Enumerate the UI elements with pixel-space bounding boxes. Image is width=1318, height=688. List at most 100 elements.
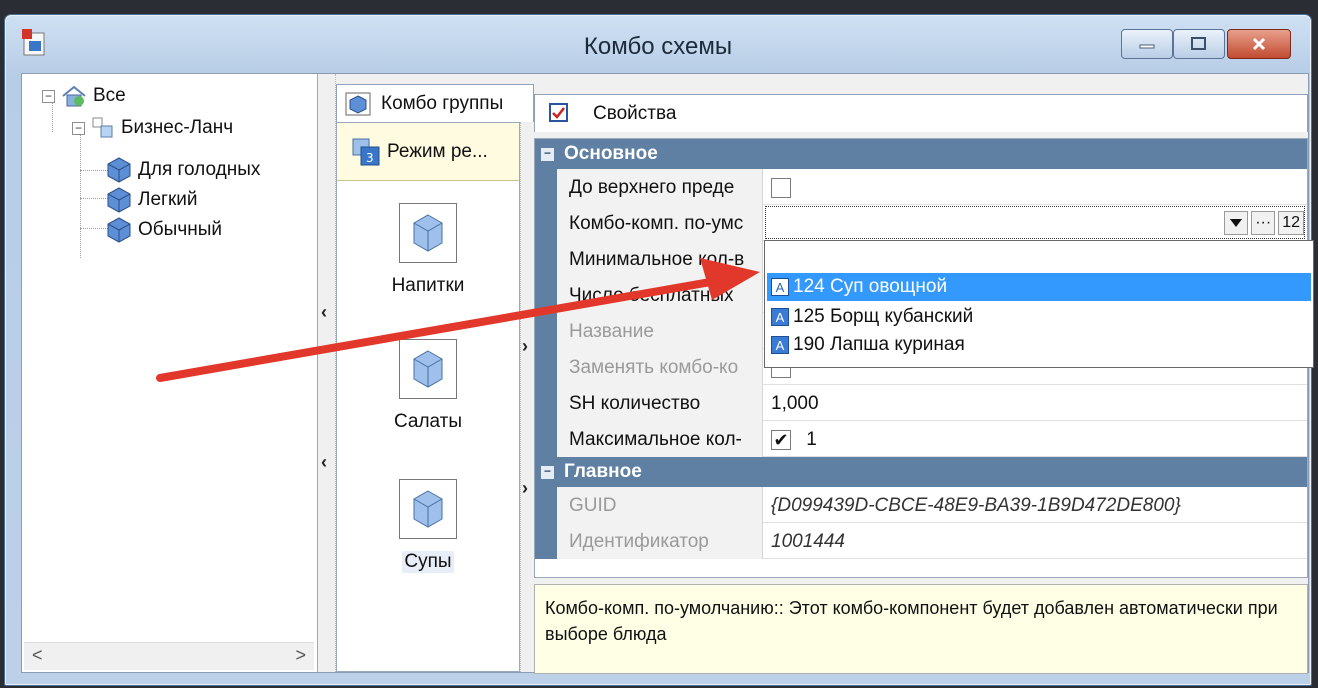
prop-row[interactable]: Максимальное кол- ✔ 1 [535,421,1307,457]
minimize-icon [1139,44,1155,49]
option-label: 124 Суп овощной [793,276,948,297]
maximize-icon [1191,37,1206,50]
group-label: Супы [402,551,454,573]
group-label: Напитки [391,275,465,296]
prop-value[interactable]: ✔ 1 [765,421,1305,457]
expand-right-icon[interactable]: › [522,478,528,499]
dropdown-arrow-icon [1230,219,1243,227]
mode-label: Режим ре... [387,140,488,162]
number-button[interactable]: 12 [1278,211,1304,235]
category-general-label: Главное [564,461,642,482]
id-value: 1001444 [771,531,845,552]
title-bar[interactable]: Комбо схемы [5,15,1311,73]
cube-icon [107,187,131,213]
collapse-icon[interactable]: − [72,121,85,135]
prop-value[interactable]: 1,000 [765,385,1305,421]
prop-checkbox[interactable] [771,177,791,198]
collapse-left-icon[interactable]: ‹ [321,302,327,323]
prop-row-default-combo[interactable]: Комбо-комп. по-умс ··· 12 [535,205,1307,241]
ellipsis-button[interactable]: ··· [1251,211,1276,235]
default-combo-dropdown-list[interactable]: A 124 Суп овощной A 125 Борщ кубанский A… [764,240,1314,368]
close-button[interactable] [1227,29,1291,59]
option-label: 190 Лапша куриная [793,334,965,355]
mode-icon: 3 [352,138,380,165]
window-title: Комбо схемы [583,33,733,60]
prop-row[interactable]: До верхнего преде [535,169,1307,205]
collapse-icon[interactable]: − [541,147,554,161]
prop-name: Комбо-комп. по-умс [557,205,763,241]
prop-value[interactable] [765,169,1305,205]
dropdown-option[interactable]: A 124 Суп овощной [767,273,1311,301]
default-combo-select[interactable]: ··· 12 [765,206,1305,239]
tree-label-all: Все [93,85,126,106]
prop-name: Заменять комбо-ко [557,349,763,385]
combo-groups-panel: 3 Режим ре... Напитки Салаты Супы [336,122,520,672]
cube-icon [107,217,131,243]
category-main-label: Основное [564,143,658,164]
expand-right-icon[interactable]: › [522,336,528,357]
scheme-tree[interactable]: − Все − Бизнес-Ланч Для голодных Легкий … [22,74,318,672]
prop-name: До верхнего преде [557,169,763,205]
groups-splitter[interactable]: › › [520,122,534,672]
collapse-icon[interactable]: − [42,89,55,103]
cube-icon [345,92,371,115]
tree-horizontal-scrollbar[interactable]: < > [24,642,314,670]
group-item-soups[interactable]: Супы [337,479,519,573]
tree-label: Легкий [138,189,198,210]
group-item-drinks[interactable]: Напитки [337,203,519,297]
category-general[interactable]: − Главное [535,457,1307,487]
prop-row-id[interactable]: Идентификатор 1001444 [535,523,1307,559]
prop-value-text: 1 [806,429,817,450]
scroll-right-icon[interactable]: > [295,645,306,666]
dropdown-option[interactable]: A 125 Борщ кубанский [767,303,1311,331]
collapse-icon[interactable]: − [541,465,554,479]
prop-name: Число бесплатных [557,277,763,313]
dropdown-button[interactable] [1224,211,1249,235]
option-label: 125 Борщ кубанский [793,306,974,327]
prop-name: Минимальное кол-в [557,241,763,277]
prop-name: SH количество [557,385,763,421]
dish-icon: A [771,278,789,296]
mode-selector[interactable]: 3 Режим ре... [337,123,519,181]
tree-node-business-lunch[interactable]: − Бизнес-Ланч [72,116,233,140]
group-item-salads[interactable]: Салаты [337,339,519,433]
tree-node-item[interactable]: Для голодных [106,156,260,184]
prop-name: Идентификатор [557,523,763,559]
tree-node-all[interactable]: − Все [42,84,126,108]
tree-label-business-lunch: Бизнес-Ланч [121,117,234,138]
tab-properties-label: Свойства [593,103,677,124]
prop-checkbox-checked[interactable]: ✔ [771,429,791,450]
scroll-left-icon[interactable]: < [32,645,43,666]
category-main[interactable]: − Основное [535,139,1307,169]
prop-row-guid[interactable]: GUID {D099439D-CBCE-48E9-BA39-1B9D472DE8… [535,487,1307,523]
tab-properties[interactable]: Свойства [534,94,1308,132]
tree-label: Для голодных [138,159,261,180]
tree-node-item[interactable]: Обычный [106,216,222,244]
house-icon [62,85,86,107]
cube-icon [107,157,131,183]
tab-combo-groups-label: Комбо группы [381,92,504,114]
maximize-button[interactable] [1173,29,1225,59]
cube-icon [413,350,443,388]
tree-node-item[interactable]: Легкий [106,186,198,214]
combo-schemes-window: Комбо схемы − Все − Бизнес-Ланч Для голо… [4,14,1314,686]
minimize-button[interactable] [1121,29,1173,59]
prop-name: GUID [557,487,763,523]
tree-label: Обычный [138,219,222,240]
tab-combo-groups[interactable]: Комбо группы [336,84,534,122]
guid-value: {D099439D-CBCE-48E9-BA39-1B9D472DE800} [771,495,1181,516]
prop-name: Максимальное кол- [557,421,763,457]
cube-icon [413,490,443,528]
scheme-icon [92,117,113,138]
prop-row[interactable]: SH количество 1,000 [535,385,1307,421]
dish-icon: A [771,336,789,354]
tree-splitter[interactable]: ‹ ‹ [318,74,336,672]
close-icon [1252,37,1266,51]
collapse-left-icon[interactable]: ‹ [321,452,327,473]
cube-icon [413,214,443,252]
dropdown-option[interactable]: A 190 Лапша куриная [767,331,1311,359]
property-description: Комбо-комп. по-умолчанию:: Этот комбо-ко… [534,584,1308,674]
svg-text:3: 3 [366,151,374,165]
prop-name: Название [557,313,763,349]
checkbox-icon [549,103,568,122]
